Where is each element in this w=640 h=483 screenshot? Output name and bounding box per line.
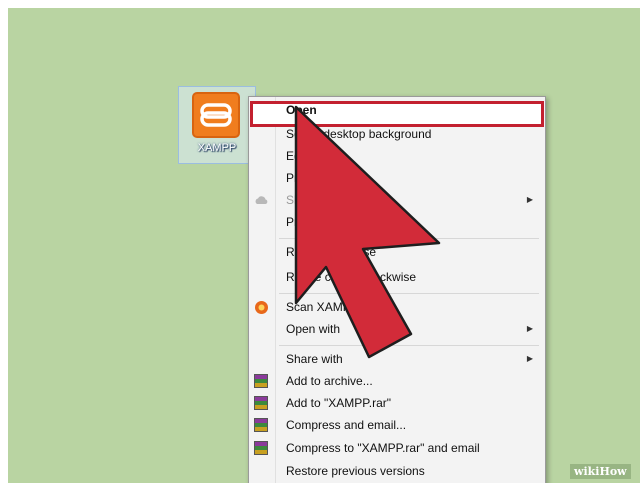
menu-item-add-to-rar[interactable]: Add to "XAMPP.rar"	[249, 393, 545, 415]
menu-item-label: Share with	[286, 352, 343, 366]
menu-item-label: Compress and email...	[286, 418, 407, 432]
menu-item-label: Scan XAMPP.png	[286, 300, 381, 314]
menu-item-label: Set as desktop background	[286, 127, 432, 141]
menu-item-rotate-counterclockwise[interactable]: Rotate counterclockwise	[249, 267, 545, 289]
menu-item-add-to-archive[interactable]: Add to archive...	[249, 371, 545, 393]
xampp-logo-icon	[192, 92, 240, 138]
menu-item-label: Preview	[286, 215, 329, 229]
menu-item-label: Print	[286, 171, 311, 185]
menu-item-scan[interactable]: Scan XAMPP.png	[249, 297, 545, 319]
menu-item-label: Add to "XAMPP.rar"	[286, 396, 392, 410]
menu-item-print[interactable]: Print	[249, 168, 545, 190]
submenu-arrow-icon: ▶	[526, 324, 533, 333]
xampp-desktop-icon[interactable]: XAMPP	[178, 86, 256, 164]
desktop: XAMPP Open Set as desktop background Edi…	[8, 8, 640, 483]
menu-item-label: Restore previous versions	[286, 464, 425, 478]
menu-item-restore-previous-versions[interactable]: Restore previous versions	[249, 461, 545, 483]
menu-separator	[279, 293, 539, 294]
menu-item-share-with[interactable]: Share with ▶	[249, 349, 545, 371]
menu-item-label: SkyDrive Pro	[286, 193, 357, 207]
menu-item-label: Add to archive...	[286, 374, 373, 388]
menu-separator	[279, 345, 539, 346]
menu-item-open[interactable]: Open	[249, 100, 545, 127]
winrar-icon	[254, 374, 268, 388]
wikihow-watermark: wikiHow	[570, 464, 631, 479]
menu-item-label: Compress to "XAMPP.rar" and email	[286, 441, 480, 455]
menu-item-preview[interactable]: Preview	[249, 212, 545, 234]
menu-item-compress-to-rar-and-email[interactable]: Compress to "XAMPP.rar" and email	[249, 438, 545, 460]
winrar-icon	[254, 441, 268, 455]
menu-item-label: Rotate counterclockwise	[286, 270, 417, 284]
menu-separator	[279, 238, 539, 239]
menu-item-label: Edit	[286, 149, 307, 163]
submenu-arrow-icon: ▶	[526, 354, 533, 363]
menu-item-skydrive-pro[interactable]: SkyDrive Pro ▶	[249, 190, 545, 212]
desktop-icon-label: XAMPP	[197, 142, 237, 154]
winrar-icon	[254, 396, 268, 410]
winrar-icon	[254, 418, 268, 432]
antivirus-icon	[254, 300, 269, 315]
menu-item-set-desktop-background[interactable]: Set as desktop background	[249, 124, 545, 146]
context-menu: Open Set as desktop background Edit Prin…	[248, 96, 546, 483]
menu-item-label: Open with	[286, 322, 341, 336]
submenu-arrow-icon: ▶	[526, 195, 533, 204]
menu-item-edit[interactable]: Edit	[249, 146, 545, 168]
cloud-icon	[254, 193, 269, 208]
menu-item-open-with[interactable]: Open with ▶	[249, 319, 545, 341]
menu-item-rotate-clockwise[interactable]: Rotate clockwise	[249, 242, 545, 264]
menu-item-compress-and-email[interactable]: Compress and email...	[249, 415, 545, 437]
menu-item-label: Rotate clockwise	[286, 245, 377, 259]
menu-item-label: Open	[286, 103, 317, 117]
